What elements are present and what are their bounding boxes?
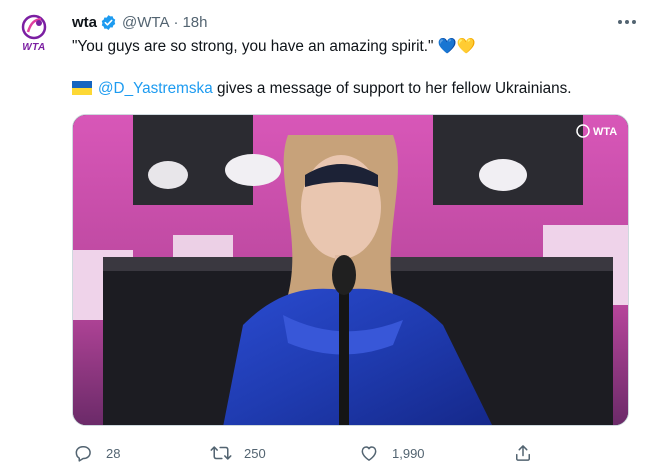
tweet-text-line-2-rest: gives a message of support to her fellow…	[212, 80, 572, 97]
svg-text:WTA: WTA	[593, 126, 617, 138]
reply-icon	[72, 442, 94, 464]
more-dots-icon	[618, 20, 636, 24]
account-name[interactable]: wta	[72, 14, 97, 31]
ukraine-flag-icon	[72, 81, 92, 101]
verified-badge-icon	[100, 14, 117, 31]
avatar[interactable]: WTA	[14, 12, 54, 60]
tweet-text-line-1: "You guys are so strong, you have an ama…	[72, 38, 476, 55]
account-handle[interactable]: @WTA	[122, 14, 169, 31]
more-options-button[interactable]	[615, 10, 639, 34]
wta-logo-icon	[21, 14, 47, 40]
heart-icon	[358, 442, 380, 464]
tweet-text-line-2: @D_Yastremska gives a message of support…	[72, 79, 572, 101]
retweet-button[interactable]: 250	[210, 437, 266, 469]
reply-button[interactable]: 28	[72, 437, 120, 469]
video-still-icon: WTA	[73, 115, 628, 425]
tweet-media-image[interactable]: WTA	[72, 114, 629, 426]
tweet-actions: 28 250 1,990	[72, 437, 629, 469]
like-button[interactable]: 1,990	[358, 437, 425, 469]
avatar-label: WTA	[22, 42, 46, 53]
share-button[interactable]	[512, 437, 534, 469]
tweet-header: wta @WTA · 18h	[72, 11, 208, 33]
separator-dot: ·	[173, 13, 179, 31]
mention-link[interactable]: @D_Yastremska	[98, 80, 213, 97]
share-icon	[512, 442, 534, 464]
tweet-card[interactable]: WTA wta @WTA · 18h "You guys are so stro…	[0, 0, 655, 473]
retweet-count: 250	[244, 445, 266, 461]
like-count: 1,990	[392, 445, 425, 461]
retweet-icon	[210, 442, 232, 464]
timestamp[interactable]: 18h	[182, 14, 207, 31]
reply-count: 28	[106, 445, 121, 461]
